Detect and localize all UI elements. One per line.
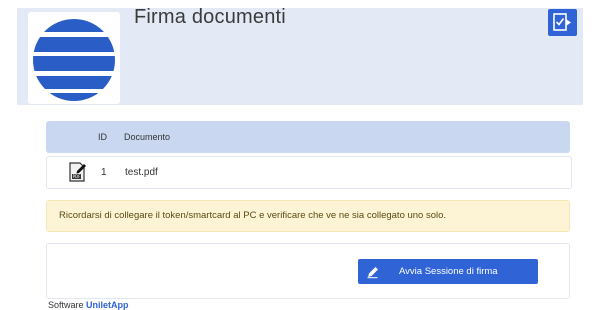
- page-title: Firma documenti: [134, 6, 286, 28]
- footer-prefix: Software: [48, 300, 84, 310]
- row-document-name: test.pdf: [125, 167, 158, 178]
- column-header-id: ID: [98, 132, 107, 142]
- app-logo: [28, 12, 120, 104]
- pdf-sign-icon[interactable]: PDF: [69, 162, 87, 185]
- table-header: ID Documento: [46, 121, 570, 153]
- row-id: 1: [101, 167, 107, 178]
- svg-text:PDF: PDF: [73, 174, 81, 179]
- footer: Software UniletApp: [48, 300, 129, 310]
- footer-brand: UniletApp: [86, 300, 129, 310]
- exit-signing-button[interactable]: [548, 9, 577, 36]
- alert-text: Ricordarsi di collegare il token/smartca…: [59, 210, 447, 221]
- table-row[interactable]: PDF 1 test.pdf: [46, 156, 572, 189]
- start-signing-session-label: Avvia Sessione di firma: [399, 266, 498, 277]
- sign-exit-icon: [553, 13, 571, 31]
- token-warning-alert: Ricordarsi di collegare il token/smartca…: [46, 200, 570, 232]
- column-header-document: Documento: [124, 132, 171, 142]
- start-signing-session-button[interactable]: Avvia Sessione di firma: [358, 259, 538, 284]
- pencil-icon: [367, 267, 378, 279]
- striped-globe-logo-icon: [33, 19, 115, 101]
